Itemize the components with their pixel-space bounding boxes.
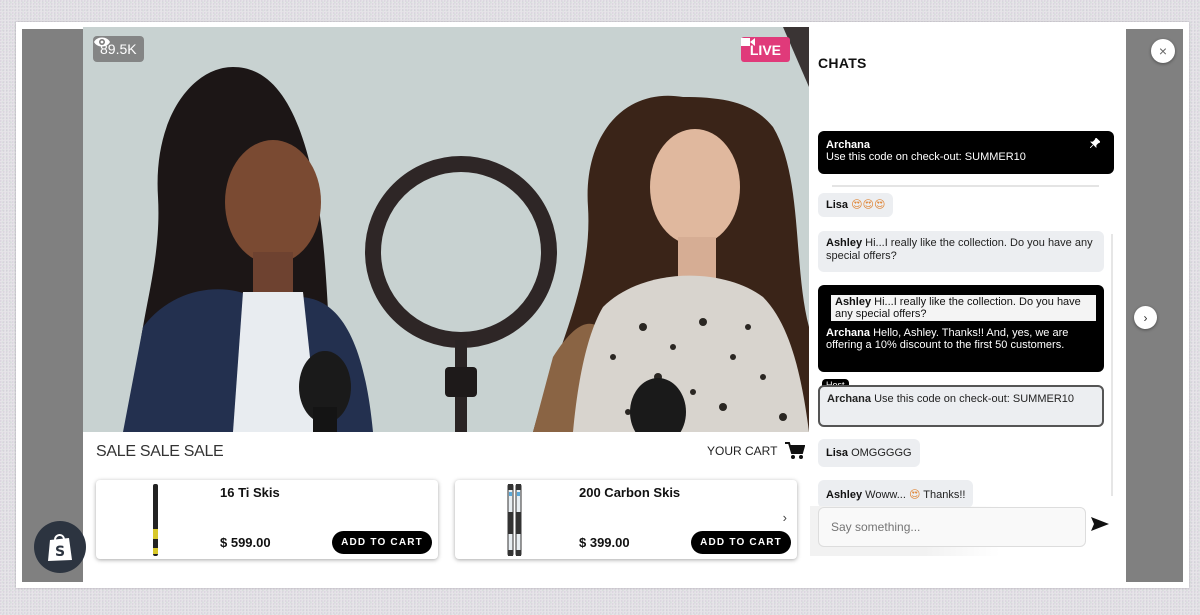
message-text: Thanks!! xyxy=(923,489,966,501)
chat-message: Ashley Hi...I really like the collection… xyxy=(818,231,1104,272)
chevron-right-icon: › xyxy=(1143,310,1148,325)
message-author: Lisa xyxy=(826,199,849,211)
heart-eyes-emoji: 😍 xyxy=(908,488,921,501)
quote-text: Hi...I really like the collection. Do yo… xyxy=(835,296,1081,320)
quoted-message: Ashley Hi...I really like the collection… xyxy=(829,295,1096,321)
viewer-count-badge: 89.5K xyxy=(93,36,144,62)
close-button[interactable]: × xyxy=(1151,39,1175,63)
message-text: 😍😍😍 xyxy=(851,198,886,211)
product-name: 200 Carbon Skis xyxy=(579,485,681,500)
send-icon xyxy=(1091,517,1109,531)
live-badge: LIVE xyxy=(740,37,790,62)
live-video[interactable]: 89.5K LIVE xyxy=(83,27,809,432)
video-scene xyxy=(83,27,809,432)
next-stream-button[interactable]: › xyxy=(1134,306,1157,329)
shopify-bag-icon: S xyxy=(48,534,72,561)
product-price: $ 599.00 xyxy=(220,535,271,550)
message-author: Archana xyxy=(826,327,871,339)
pinned-message: Archana Use this code on check-out: SUMM… xyxy=(818,131,1114,174)
chat-message: Lisa OMGGGGG xyxy=(818,439,920,467)
message-author: Archana xyxy=(827,393,872,405)
your-cart-button[interactable]: YOUR CART xyxy=(707,442,806,460)
message-author: Archana xyxy=(826,139,871,151)
shopping-cart-icon xyxy=(785,442,806,459)
message-text: Use this code on check-out: SUMMER10 xyxy=(874,393,1075,405)
message-author: Ashley xyxy=(826,489,863,501)
add-to-cart-button[interactable]: ADD TO CART xyxy=(332,531,432,554)
message-text: Use this code on check-out: SUMMER10 xyxy=(826,151,1026,163)
add-to-cart-button[interactable]: ADD TO CART xyxy=(691,531,791,554)
chat-scrollbar[interactable] xyxy=(1111,234,1113,496)
chat-message: Lisa 😍😍😍 xyxy=(818,193,894,217)
close-icon: × xyxy=(1158,43,1168,59)
right-backdrop xyxy=(1126,29,1183,582)
message-text: Hi...I really like the collection. Do yo… xyxy=(826,237,1093,262)
pinned-divider xyxy=(832,185,1099,187)
chat-message: Ashley Woww... 😍 Thanks!! xyxy=(818,480,974,508)
chat-reply-message: Ashley Hi...I really like the collection… xyxy=(818,285,1104,372)
product-price: $ 399.00 xyxy=(579,535,630,550)
eye-icon xyxy=(94,37,110,47)
product-card[interactable]: 16 Ti Skis $ 599.00 ADD TO CART xyxy=(96,480,438,559)
product-card[interactable]: 200 Carbon Skis $ 399.00 › ADD TO CART xyxy=(455,480,797,559)
chevron-right-icon[interactable]: › xyxy=(783,510,787,525)
message-text: Woww... xyxy=(865,489,906,501)
chat-title: CHATS xyxy=(818,55,867,71)
left-backdrop xyxy=(22,29,83,582)
product-name: 16 Ti Skis xyxy=(220,485,280,500)
cart-label: YOUR CART xyxy=(707,444,778,458)
quote-author: Ashley xyxy=(835,296,872,308)
send-button[interactable] xyxy=(1090,514,1110,534)
chat-input[interactable] xyxy=(818,507,1086,547)
message-author: Lisa xyxy=(826,447,849,459)
product-image xyxy=(96,484,216,556)
svg-text:S: S xyxy=(55,544,65,560)
shopify-badge[interactable]: S xyxy=(34,521,86,573)
host-message: Archana Use this code on check-out: SUMM… xyxy=(818,385,1104,427)
message-author: Ashley xyxy=(826,237,863,249)
product-image xyxy=(455,483,575,557)
message-text: OMGGGGG xyxy=(851,447,912,459)
pin-icon[interactable] xyxy=(1089,137,1101,151)
video-camera-icon xyxy=(740,38,755,46)
sale-title: SALE SALE SALE xyxy=(96,443,224,460)
